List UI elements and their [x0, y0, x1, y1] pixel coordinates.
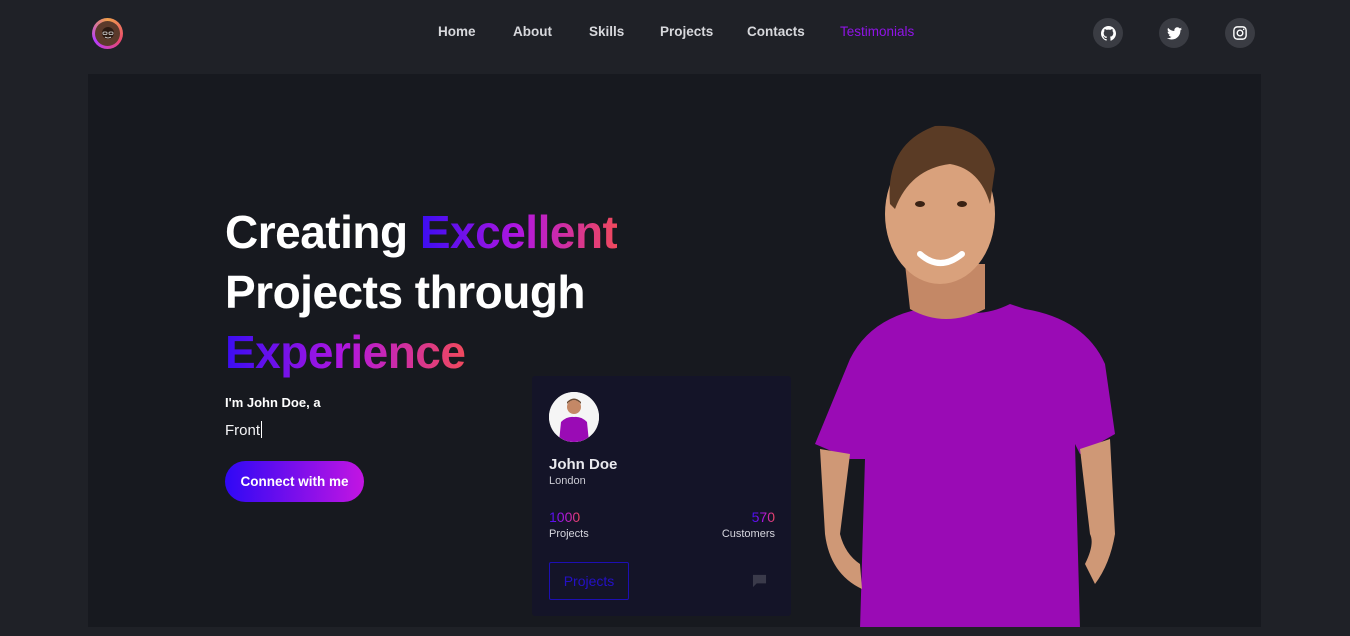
typed-role-text: Front	[225, 422, 261, 439]
projects-label: Projects	[549, 528, 589, 540]
nav-projects[interactable]: Projects	[660, 24, 713, 39]
github-button[interactable]	[1093, 18, 1123, 48]
typed-role: Front	[225, 421, 263, 439]
avatar-face-icon	[95, 21, 120, 46]
profile-card: John Doe London 1000 Projects 570 Custom…	[532, 376, 791, 616]
logo-avatar[interactable]	[92, 18, 123, 49]
card-avatar	[549, 392, 599, 442]
nav-skills[interactable]: Skills	[589, 24, 624, 39]
nav-contacts[interactable]: Contacts	[747, 24, 805, 39]
hero-section: Creating Excellent Projects through Expe…	[88, 74, 1261, 627]
hero-headline: Creating Excellent Projects through Expe…	[225, 202, 618, 382]
twitter-button[interactable]	[1159, 18, 1189, 48]
customers-count: 570	[751, 509, 775, 525]
nav-about[interactable]: About	[513, 24, 552, 39]
card-projects-button[interactable]: Projects	[549, 562, 629, 600]
connect-button[interactable]: Connect with me	[225, 461, 364, 502]
projects-count: 1000	[549, 509, 581, 525]
top-navbar: Home About Skills Projects Contacts Test…	[0, 0, 1350, 66]
instagram-icon	[1233, 26, 1247, 40]
card-city: London	[549, 475, 586, 487]
intro-text: I'm John Doe, a	[225, 395, 321, 410]
card-name: John Doe	[549, 456, 618, 473]
twitter-icon	[1166, 26, 1182, 39]
nav-home[interactable]: Home	[438, 24, 476, 39]
github-icon	[1100, 25, 1116, 41]
headline-word-creating: Creating	[225, 206, 408, 258]
chat-icon[interactable]	[752, 574, 767, 588]
instagram-button[interactable]	[1225, 18, 1255, 48]
headline-line-projects-through: Projects through	[225, 266, 586, 318]
customers-label: Customers	[721, 528, 775, 540]
hero-person-image	[815, 125, 1115, 627]
nav-testimonials[interactable]: Testimonials	[840, 24, 914, 39]
headline-word-experience: Experience	[225, 326, 466, 378]
headline-word-excellent: Excellent	[419, 206, 618, 258]
typing-cursor	[261, 421, 263, 438]
